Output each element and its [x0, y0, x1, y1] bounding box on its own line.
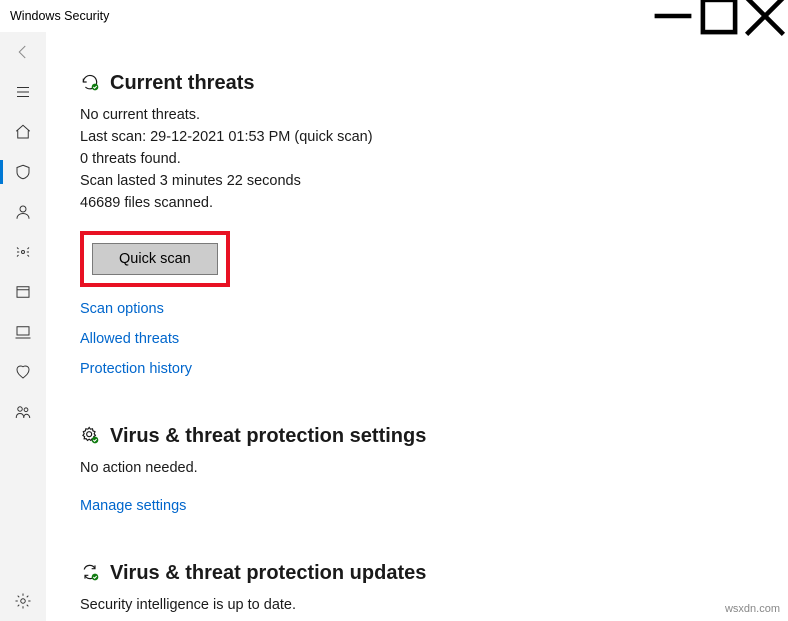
sidebar-virus-protection[interactable]	[0, 152, 46, 192]
maximize-button[interactable]	[696, 0, 742, 32]
gear-check-icon	[80, 425, 100, 448]
menu-button[interactable]	[0, 72, 46, 112]
updates-status: Security intelligence is up to date.	[80, 595, 720, 616]
sidebar-device-performance[interactable]	[0, 352, 46, 392]
quick-scan-highlight: Quick scan	[80, 231, 230, 287]
minimize-button[interactable]	[650, 0, 696, 32]
manage-settings-link[interactable]: Manage settings	[80, 498, 720, 514]
sidebar-settings[interactable]	[0, 581, 46, 621]
refresh-shield-icon	[80, 72, 100, 95]
sidebar-app-browser-control[interactable]	[0, 272, 46, 312]
sidebar-device-security[interactable]	[0, 312, 46, 352]
sidebar-firewall[interactable]	[0, 232, 46, 272]
protection-history-link[interactable]: Protection history	[80, 361, 720, 377]
sidebar	[0, 32, 46, 621]
settings-heading: Virus & threat protection settings	[110, 425, 426, 448]
close-button[interactable]	[742, 0, 788, 32]
sidebar-family-options[interactable]	[0, 392, 46, 432]
settings-section: Virus & threat protection settings No ac…	[80, 425, 720, 514]
sync-check-icon	[80, 562, 100, 585]
current-threats-section: Current threats No current threats. Last…	[80, 72, 720, 377]
scan-duration-text: Scan lasted 3 minutes 22 seconds	[80, 171, 720, 192]
window-title: Windows Security	[10, 9, 109, 23]
current-threats-heading: Current threats	[110, 72, 254, 95]
settings-status: No action needed.	[80, 458, 720, 479]
updates-heading: Virus & threat protection updates	[110, 562, 426, 585]
scan-options-link[interactable]: Scan options	[80, 301, 720, 317]
title-bar: Windows Security	[0, 0, 788, 32]
sidebar-home[interactable]	[0, 112, 46, 152]
files-scanned-text: 46689 files scanned.	[80, 193, 720, 214]
threats-found-text: 0 threats found.	[80, 149, 720, 170]
sidebar-account-protection[interactable]	[0, 192, 46, 232]
watermark: wsxdn.com	[725, 603, 780, 615]
quick-scan-button[interactable]: Quick scan	[92, 243, 218, 275]
no-threats-text: No current threats.	[80, 105, 720, 126]
last-scan-text: Last scan: 29-12-2021 01:53 PM (quick sc…	[80, 127, 720, 148]
back-button[interactable]	[0, 32, 46, 72]
allowed-threats-link[interactable]: Allowed threats	[80, 331, 720, 347]
updates-section: Virus & threat protection updates Securi…	[80, 562, 720, 616]
main-content: Current threats No current threats. Last…	[46, 32, 788, 621]
